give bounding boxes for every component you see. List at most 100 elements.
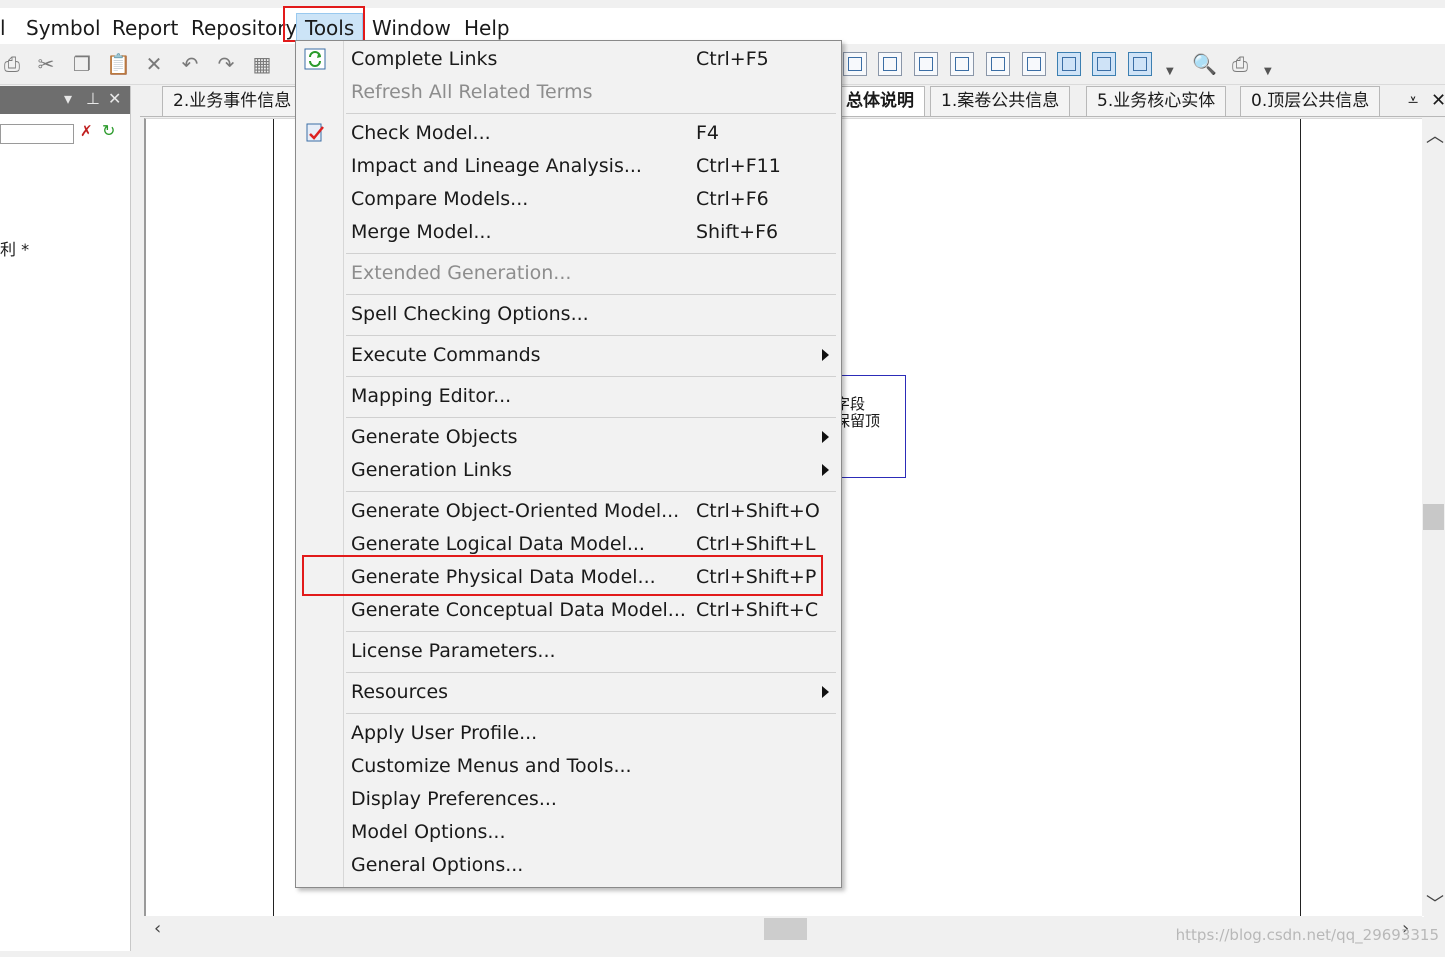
menu-repository[interactable]: Repository — [191, 14, 297, 42]
menu-item-model-options[interactable]: Model Options... — [296, 817, 841, 850]
tab-list-icon[interactable]: ⩡ — [1408, 86, 1418, 116]
menu-item-label: License Parameters... — [351, 640, 556, 662]
menu-item-license-parameters[interactable]: License Parameters... — [296, 636, 841, 669]
menu-item-display-preferences[interactable]: Display Preferences... — [296, 784, 841, 817]
submenu-arrow-icon — [822, 686, 829, 698]
entity-box[interactable]: 字段 保留顶 — [838, 375, 906, 478]
menu-separator — [346, 253, 836, 254]
menu-separator — [346, 335, 836, 336]
print-icon[interactable]: ⎙ — [0, 52, 24, 76]
menu-item-shortcut: Ctrl+F6 — [696, 188, 769, 210]
menu-item-general-options[interactable]: General Options... — [296, 850, 841, 883]
entity-line-1: 字段 — [838, 395, 866, 413]
panel-search-input[interactable] — [0, 124, 74, 144]
undo-icon[interactable]: ↶ — [178, 52, 202, 76]
tab-overview[interactable]: 总体说明 — [835, 86, 925, 116]
menu-item-label: Compare Models... — [351, 188, 529, 210]
menu-item-customize-menus-and-tools[interactable]: Customize Menus and Tools... — [296, 751, 841, 784]
menu-item-label: Generate Conceptual Data Model... — [351, 599, 686, 621]
menu-item-shortcut: Ctrl+F5 — [696, 48, 769, 70]
pin-icon[interactable]: ⊥ — [86, 89, 100, 108]
tab-close-icon[interactable]: ✕ — [1431, 86, 1445, 116]
toolbar-dropdown-icon[interactable]: ▼ — [1166, 66, 1174, 77]
menu-item-execute-commands[interactable]: Execute Commands — [296, 340, 841, 373]
graph-tool-icon[interactable] — [986, 52, 1010, 76]
menu-item-shortcut: Shift+F6 — [696, 221, 779, 243]
redo-icon[interactable]: ↷ — [214, 52, 238, 76]
menu-item-apply-user-profile[interactable]: Apply User Profile... — [296, 718, 841, 751]
menu-separator — [346, 113, 836, 114]
tools-dropdown-menu: Complete Links Ctrl+F5 Refresh All Related… — [295, 40, 842, 888]
menu-item-resources[interactable]: Resources — [296, 677, 841, 710]
tab-top-public-info[interactable]: 0.顶层公共信息 — [1240, 86, 1381, 116]
menu-separator — [346, 491, 836, 492]
menu-separator — [346, 417, 836, 418]
menu-item-label: Refresh All Related Terms — [351, 81, 593, 103]
menu-item-generation-links[interactable]: Generation Links — [296, 455, 841, 488]
panel-menu-icon[interactable]: ▾ — [64, 89, 72, 108]
menu-separator — [346, 294, 836, 295]
vertical-scrollbar[interactable]: ︿ ﹀ — [1422, 118, 1445, 916]
columns-tool-icon[interactable] — [950, 52, 974, 76]
menu-item-shortcut: Ctrl+F11 — [696, 155, 781, 177]
diagram-tool-icon[interactable] — [843, 52, 867, 76]
zoom-tool-icon[interactable] — [1057, 52, 1081, 76]
menu-item-label: Resources — [351, 681, 449, 703]
menu-item-generate-object-oriented-model[interactable]: Generate Object-Oriented Model... Ctrl+Sh… — [296, 496, 841, 529]
menu-item-shortcut: F4 — [696, 122, 720, 144]
menu-separator — [346, 713, 836, 714]
menu-help[interactable]: Help — [464, 14, 510, 42]
tab-file-public-info[interactable]: 1.案卷公共信息 — [930, 86, 1071, 116]
panel-close-icon[interactable]: ✕ — [108, 89, 121, 108]
properties-icon[interactable]: ▦ — [250, 52, 274, 76]
menu-partial-item[interactable]: l — [0, 14, 6, 42]
page-tool-icon[interactable] — [914, 52, 938, 76]
menu-item-label: Spell Checking Options... — [351, 303, 589, 325]
refresh-icon[interactable]: ↻ — [102, 121, 115, 140]
menu-item-shortcut: Ctrl+Shift+L — [696, 533, 816, 555]
text-tool-icon[interactable] — [1092, 52, 1116, 76]
list-tool-icon[interactable] — [1128, 52, 1152, 76]
page-boundary-right — [1300, 119, 1301, 917]
menu-item-impact-and-lineage-analysis[interactable]: Impact and Lineage Analysis... Ctrl+F11 — [296, 151, 841, 184]
scroll-up-icon[interactable]: ︿ — [1426, 122, 1444, 148]
menu-item-label: Display Preferences... — [351, 788, 557, 810]
delete-icon[interactable]: ✕ — [142, 52, 166, 76]
tab-core-entities[interactable]: 5.业务核心实体 — [1086, 86, 1227, 116]
menu-item-refresh-all-related-terms: Refresh All Related Terms — [296, 77, 841, 110]
entity-line-2: 保留顶 — [838, 412, 881, 430]
menu-item-label: Generate Logical Data Model... — [351, 533, 645, 555]
printer-icon[interactable]: ⎙ — [1228, 52, 1252, 76]
menu-item-compare-models[interactable]: Compare Models... Ctrl+F6 — [296, 184, 841, 217]
print-preview-icon[interactable]: 🔍 — [1192, 52, 1217, 76]
menu-symbol[interactable]: Symbol — [26, 14, 101, 42]
scroll-down-icon[interactable]: ﹀ — [1426, 890, 1444, 916]
menu-item-generate-conceptual-data-model[interactable]: Generate Conceptual Data Model... Ctrl+Sh… — [296, 595, 841, 628]
copy-icon[interactable]: ❐ — [70, 52, 94, 76]
menu-item-label: Model Options... — [351, 821, 506, 843]
menu-item-shortcut: Ctrl+Shift+C — [696, 599, 819, 621]
menu-item-generate-objects[interactable]: Generate Objects — [296, 422, 841, 455]
menu-item-spell-checking-options[interactable]: Spell Checking Options... — [296, 299, 841, 332]
menu-item-label: Merge Model... — [351, 221, 492, 243]
clear-filter-icon[interactable]: ✗ — [80, 122, 93, 140]
check-model-icon — [304, 122, 326, 144]
menu-item-label: Generation Links — [351, 459, 512, 481]
toolbar-overflow-icon[interactable]: ▼ — [1264, 66, 1272, 77]
vertical-scroll-thumb[interactable] — [1423, 504, 1444, 530]
menu-report[interactable]: Report — [112, 14, 178, 42]
horizontal-scroll-thumb[interactable] — [764, 918, 807, 940]
paste-icon[interactable]: 📋 — [106, 52, 131, 76]
menu-window[interactable]: Window — [372, 14, 451, 42]
cut-icon[interactable]: ✂ — [34, 52, 58, 76]
menu-item-check-model[interactable]: Check Model... F4 — [296, 118, 841, 151]
image-tool-icon[interactable] — [1022, 52, 1046, 76]
menu-item-complete-links[interactable]: Complete Links Ctrl+F5 — [296, 44, 841, 77]
scroll-left-icon[interactable]: ‹ — [154, 918, 161, 939]
package-tool-icon[interactable] — [878, 52, 902, 76]
tree-item-label[interactable]: 利 * — [0, 236, 29, 260]
menu-item-merge-model[interactable]: Merge Model... Shift+F6 — [296, 217, 841, 250]
menu-item-label: Apply User Profile... — [351, 722, 538, 744]
menu-item-mapping-editor[interactable]: Mapping Editor... — [296, 381, 841, 414]
menu-item-label: Check Model... — [351, 122, 491, 144]
